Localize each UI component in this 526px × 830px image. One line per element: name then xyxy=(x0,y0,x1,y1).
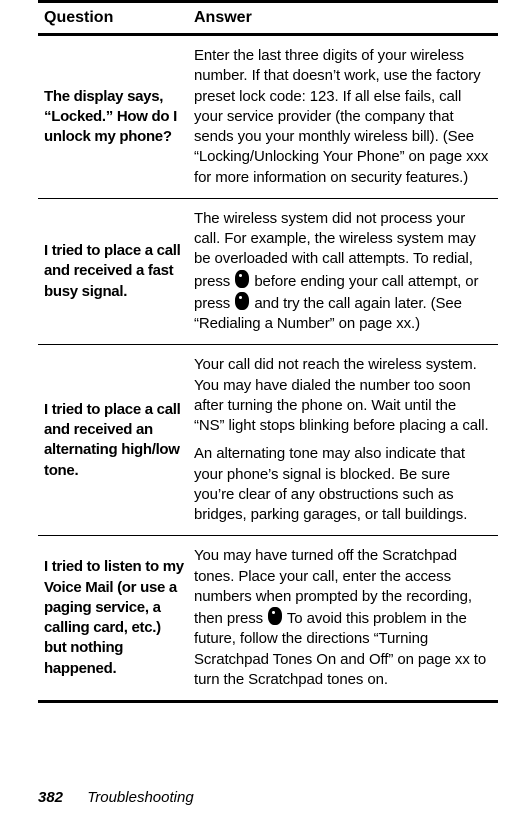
qa-table: Question Answer The display says, “Locke… xyxy=(38,0,498,703)
question-cell: I tried to listen to my Voice Mail (or u… xyxy=(38,536,188,702)
table-row: I tried to place a call and received a f… xyxy=(38,198,498,345)
header-question: Question xyxy=(38,2,188,35)
table-row: The display says, “Locked.” How do I unl… xyxy=(38,35,498,199)
answer-paragraph: An alternating tone may also indicate th… xyxy=(194,444,490,525)
answer-cell: The wireless system did not process your… xyxy=(188,198,498,345)
table-row: I tried to listen to my Voice Mail (or u… xyxy=(38,536,498,702)
phone-key-icon xyxy=(235,270,249,288)
answer-cell: You may have turned off the Scratchpad t… xyxy=(188,536,498,702)
page-root: Question Answer The display says, “Locke… xyxy=(0,0,526,830)
section-title: Troubleshooting xyxy=(87,789,193,806)
question-cell: The display says, “Locked.” How do I unl… xyxy=(38,35,188,199)
page-footer: 382 Troubleshooting xyxy=(38,789,194,806)
page-number: 382 xyxy=(38,789,63,806)
answer-paragraph: Your call did not reach the wireless sys… xyxy=(194,355,490,436)
phone-key-icon xyxy=(235,292,249,310)
table-header-row: Question Answer xyxy=(38,2,498,35)
answer-cell: Your call did not reach the wireless sys… xyxy=(188,345,498,536)
table-row: I tried to place a call and received an … xyxy=(38,345,498,536)
question-cell: I tried to place a call and received an … xyxy=(38,345,188,536)
phone-key-icon xyxy=(268,607,282,625)
answer-cell: Enter the last three digits of your wire… xyxy=(188,35,498,199)
question-cell: I tried to place a call and received a f… xyxy=(38,198,188,345)
header-answer: Answer xyxy=(188,2,498,35)
